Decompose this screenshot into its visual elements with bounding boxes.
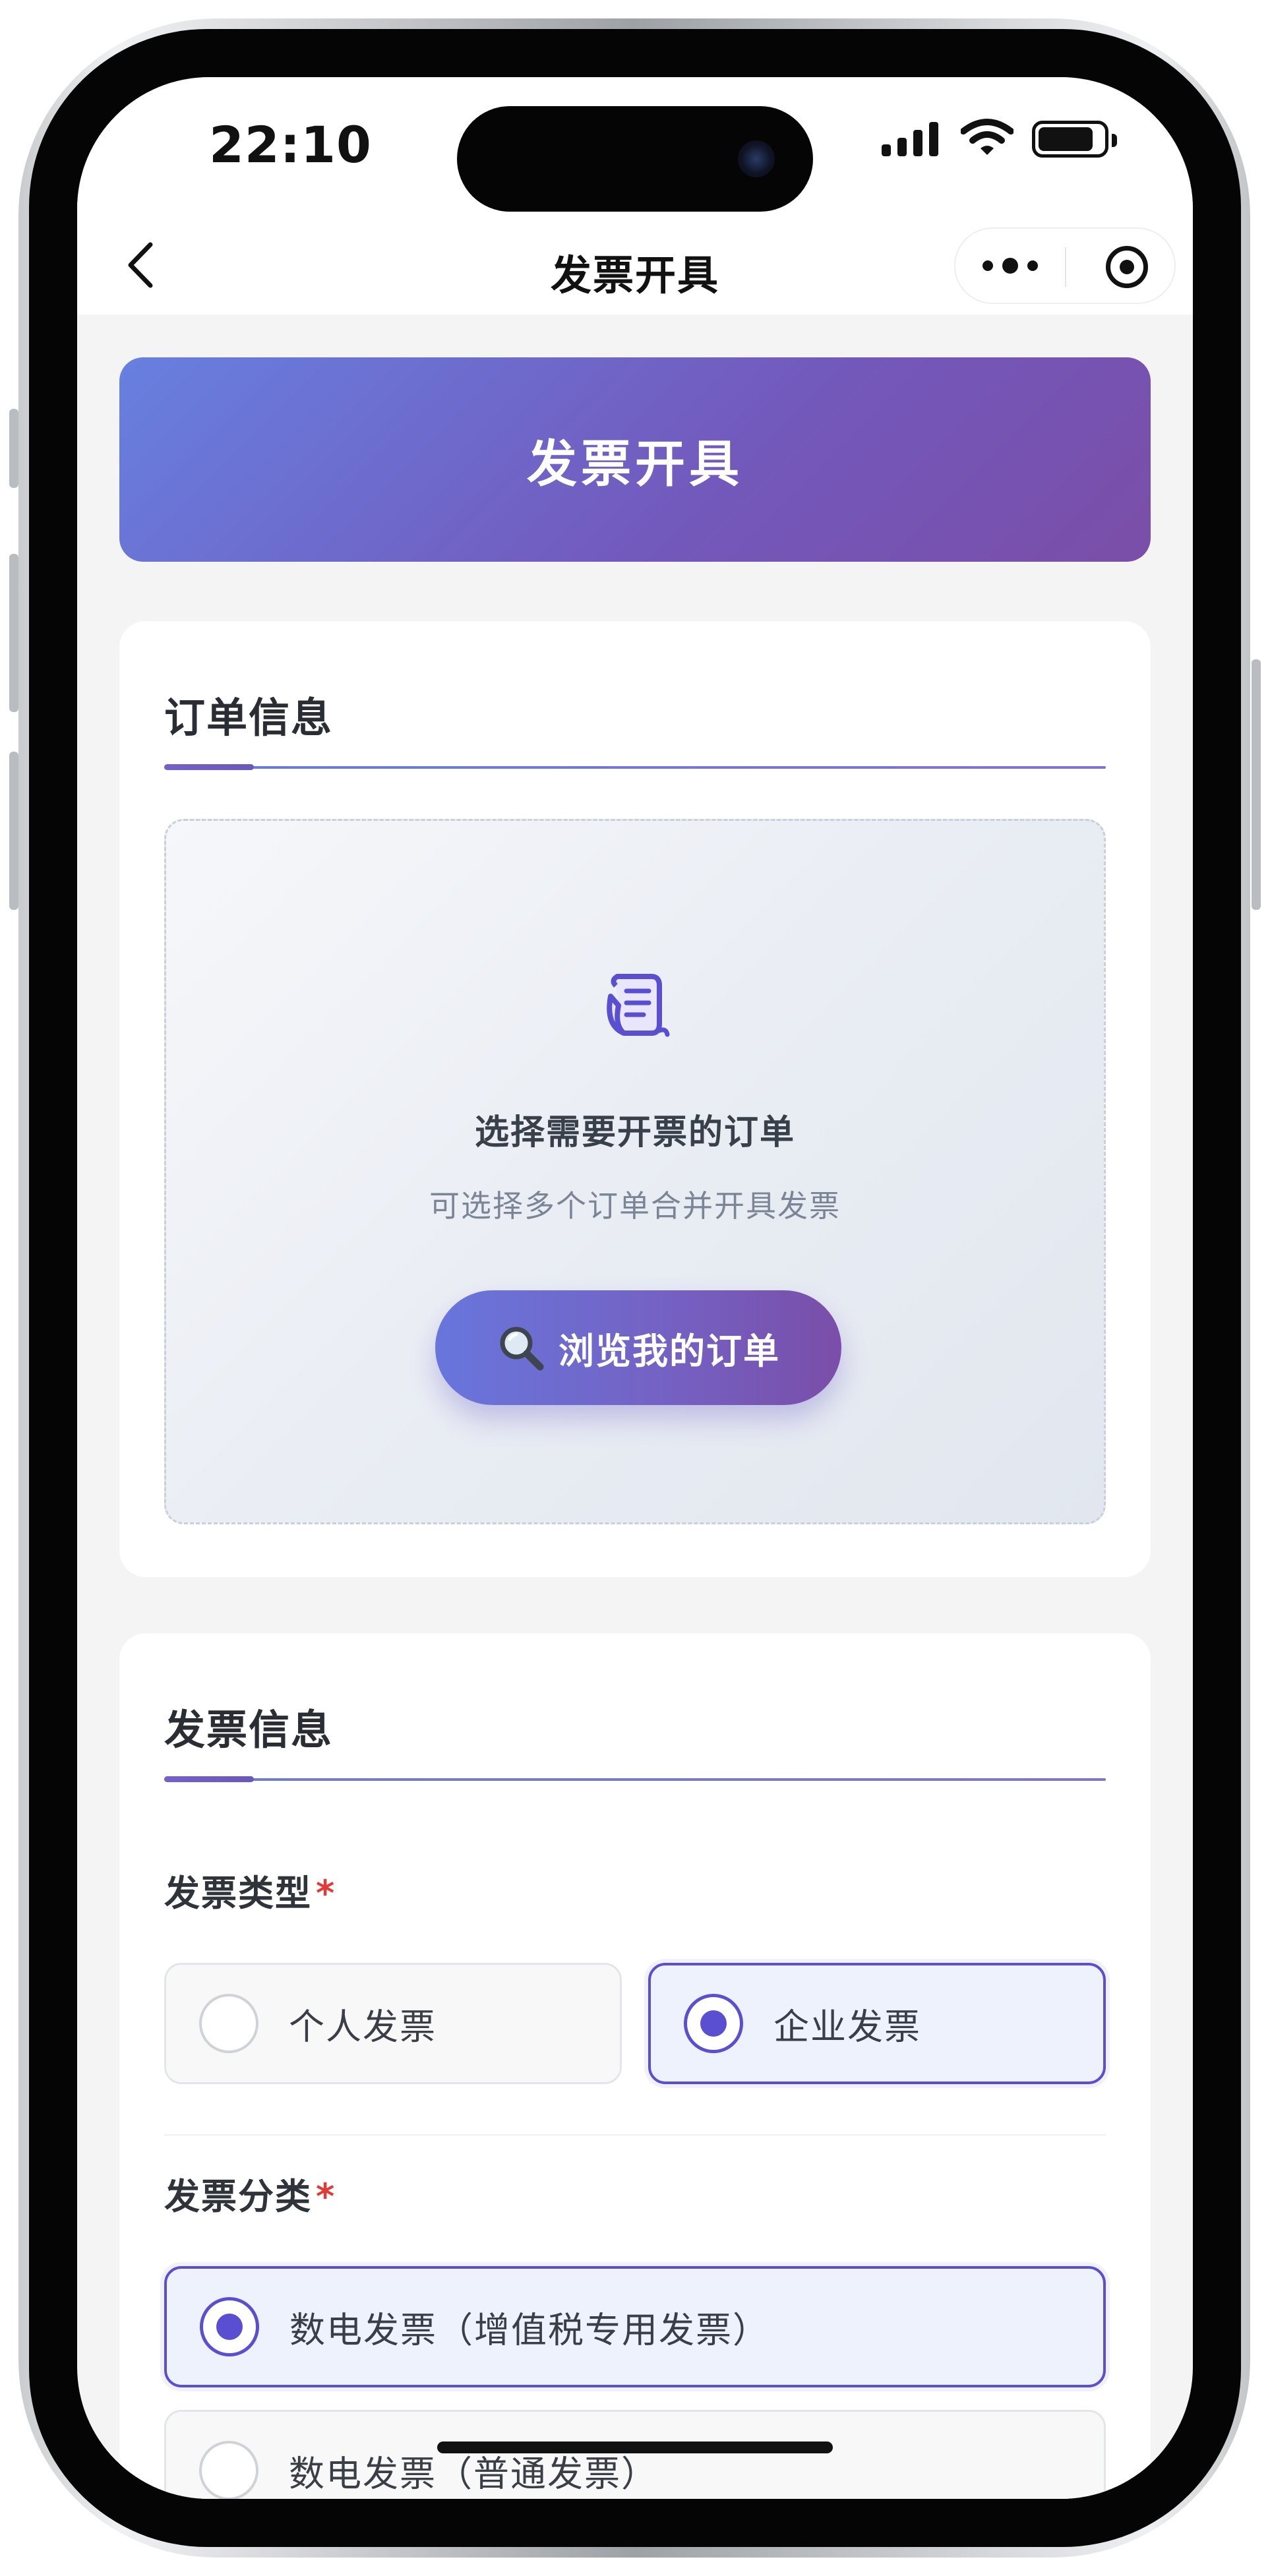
page-content: 发票开具 订单信息 选择需要开票的订单 可选择多个订单合并开具发票 浏览我的订单… (77, 315, 1193, 2499)
order-prompt-subtitle: 可选择多个订单合并开具发票 (429, 1188, 841, 1224)
option-label: 个人发票 (289, 2006, 437, 2048)
dynamic-island (457, 106, 813, 212)
section-divider (164, 1776, 1106, 1782)
radio-button[interactable] (199, 1994, 258, 2053)
more-dots-icon (983, 260, 993, 271)
option-label: 数电发票（增值税专用发票） (289, 2309, 770, 2351)
invoice-type-option-company[interactable]: 企业发票 (648, 1963, 1106, 2084)
browse-orders-button[interactable]: 浏览我的订单 (435, 1290, 841, 1405)
power-button (1252, 659, 1261, 910)
volume-up-button (9, 554, 18, 712)
radio-button[interactable] (199, 2441, 258, 2499)
invoice-category-option-normal[interactable]: 数电发票（普通发票） (164, 2410, 1106, 2499)
radio-button[interactable] (684, 1994, 743, 2053)
action-button (9, 409, 18, 488)
header-banner: 发票开具 (119, 357, 1151, 562)
mini-program-capsule (954, 227, 1176, 304)
invoice-info-card: 发票信息 发票类型 * 个人发票 企业发票 发票分类 * 数电发票（增值税专用发票） (119, 1633, 1151, 2499)
status-time: 22:10 (209, 115, 372, 174)
invoice-type-label-text: 发票类型 (164, 1872, 312, 1914)
invoice-type-label: 发票类型 * (164, 1864, 336, 1916)
section-divider (164, 764, 1106, 770)
order-info-card: 订单信息 选择需要开票的订单 可选择多个订单合并开具发票 浏览我的订单 (119, 621, 1151, 1577)
camera-icon (738, 140, 775, 177)
order-prompt-title: 选择需要开票的订单 (474, 1113, 795, 1153)
required-mark: * (316, 2176, 336, 2217)
magnifier-icon (500, 1327, 544, 1371)
battery-level (1039, 127, 1093, 151)
scroll-icon (607, 974, 670, 1037)
invoice-category-option-special[interactable]: 数电发票（增值税专用发票） (164, 2266, 1106, 2387)
wifi-icon (961, 119, 1013, 155)
close-mini-program-button[interactable] (1106, 246, 1148, 288)
option-label: 企业发票 (773, 2006, 921, 2048)
field-divider (164, 2134, 1106, 2136)
more-button[interactable] (955, 229, 1065, 303)
nav-bar: 发票开具 (77, 216, 1193, 315)
cellular-signal-icon (882, 122, 941, 156)
browse-orders-label: 浏览我的订单 (559, 1330, 780, 1372)
home-indicator[interactable] (437, 2441, 833, 2453)
phone-screen: 22:10 发票开具 发票开具 订单信息 选择需要开票的订单 可选择多个订单合并… (77, 77, 1193, 2499)
section-title-order: 订单信息 (164, 694, 334, 742)
invoice-category-label-text: 发票分类 (164, 2176, 312, 2217)
banner-title: 发票开具 (527, 434, 743, 493)
radio-button[interactable] (200, 2297, 259, 2356)
required-mark: * (316, 1872, 336, 1914)
battery-icon (1032, 121, 1117, 158)
order-select-area[interactable]: 选择需要开票的订单 可选择多个订单合并开具发票 浏览我的订单 (164, 819, 1106, 1524)
invoice-type-option-personal[interactable]: 个人发票 (164, 1963, 622, 2084)
volume-down-button (9, 752, 18, 910)
invoice-category-label: 发票分类 * (164, 2167, 336, 2219)
section-title-invoice: 发票信息 (164, 1706, 334, 1754)
status-bar: 22:10 (77, 77, 1193, 216)
